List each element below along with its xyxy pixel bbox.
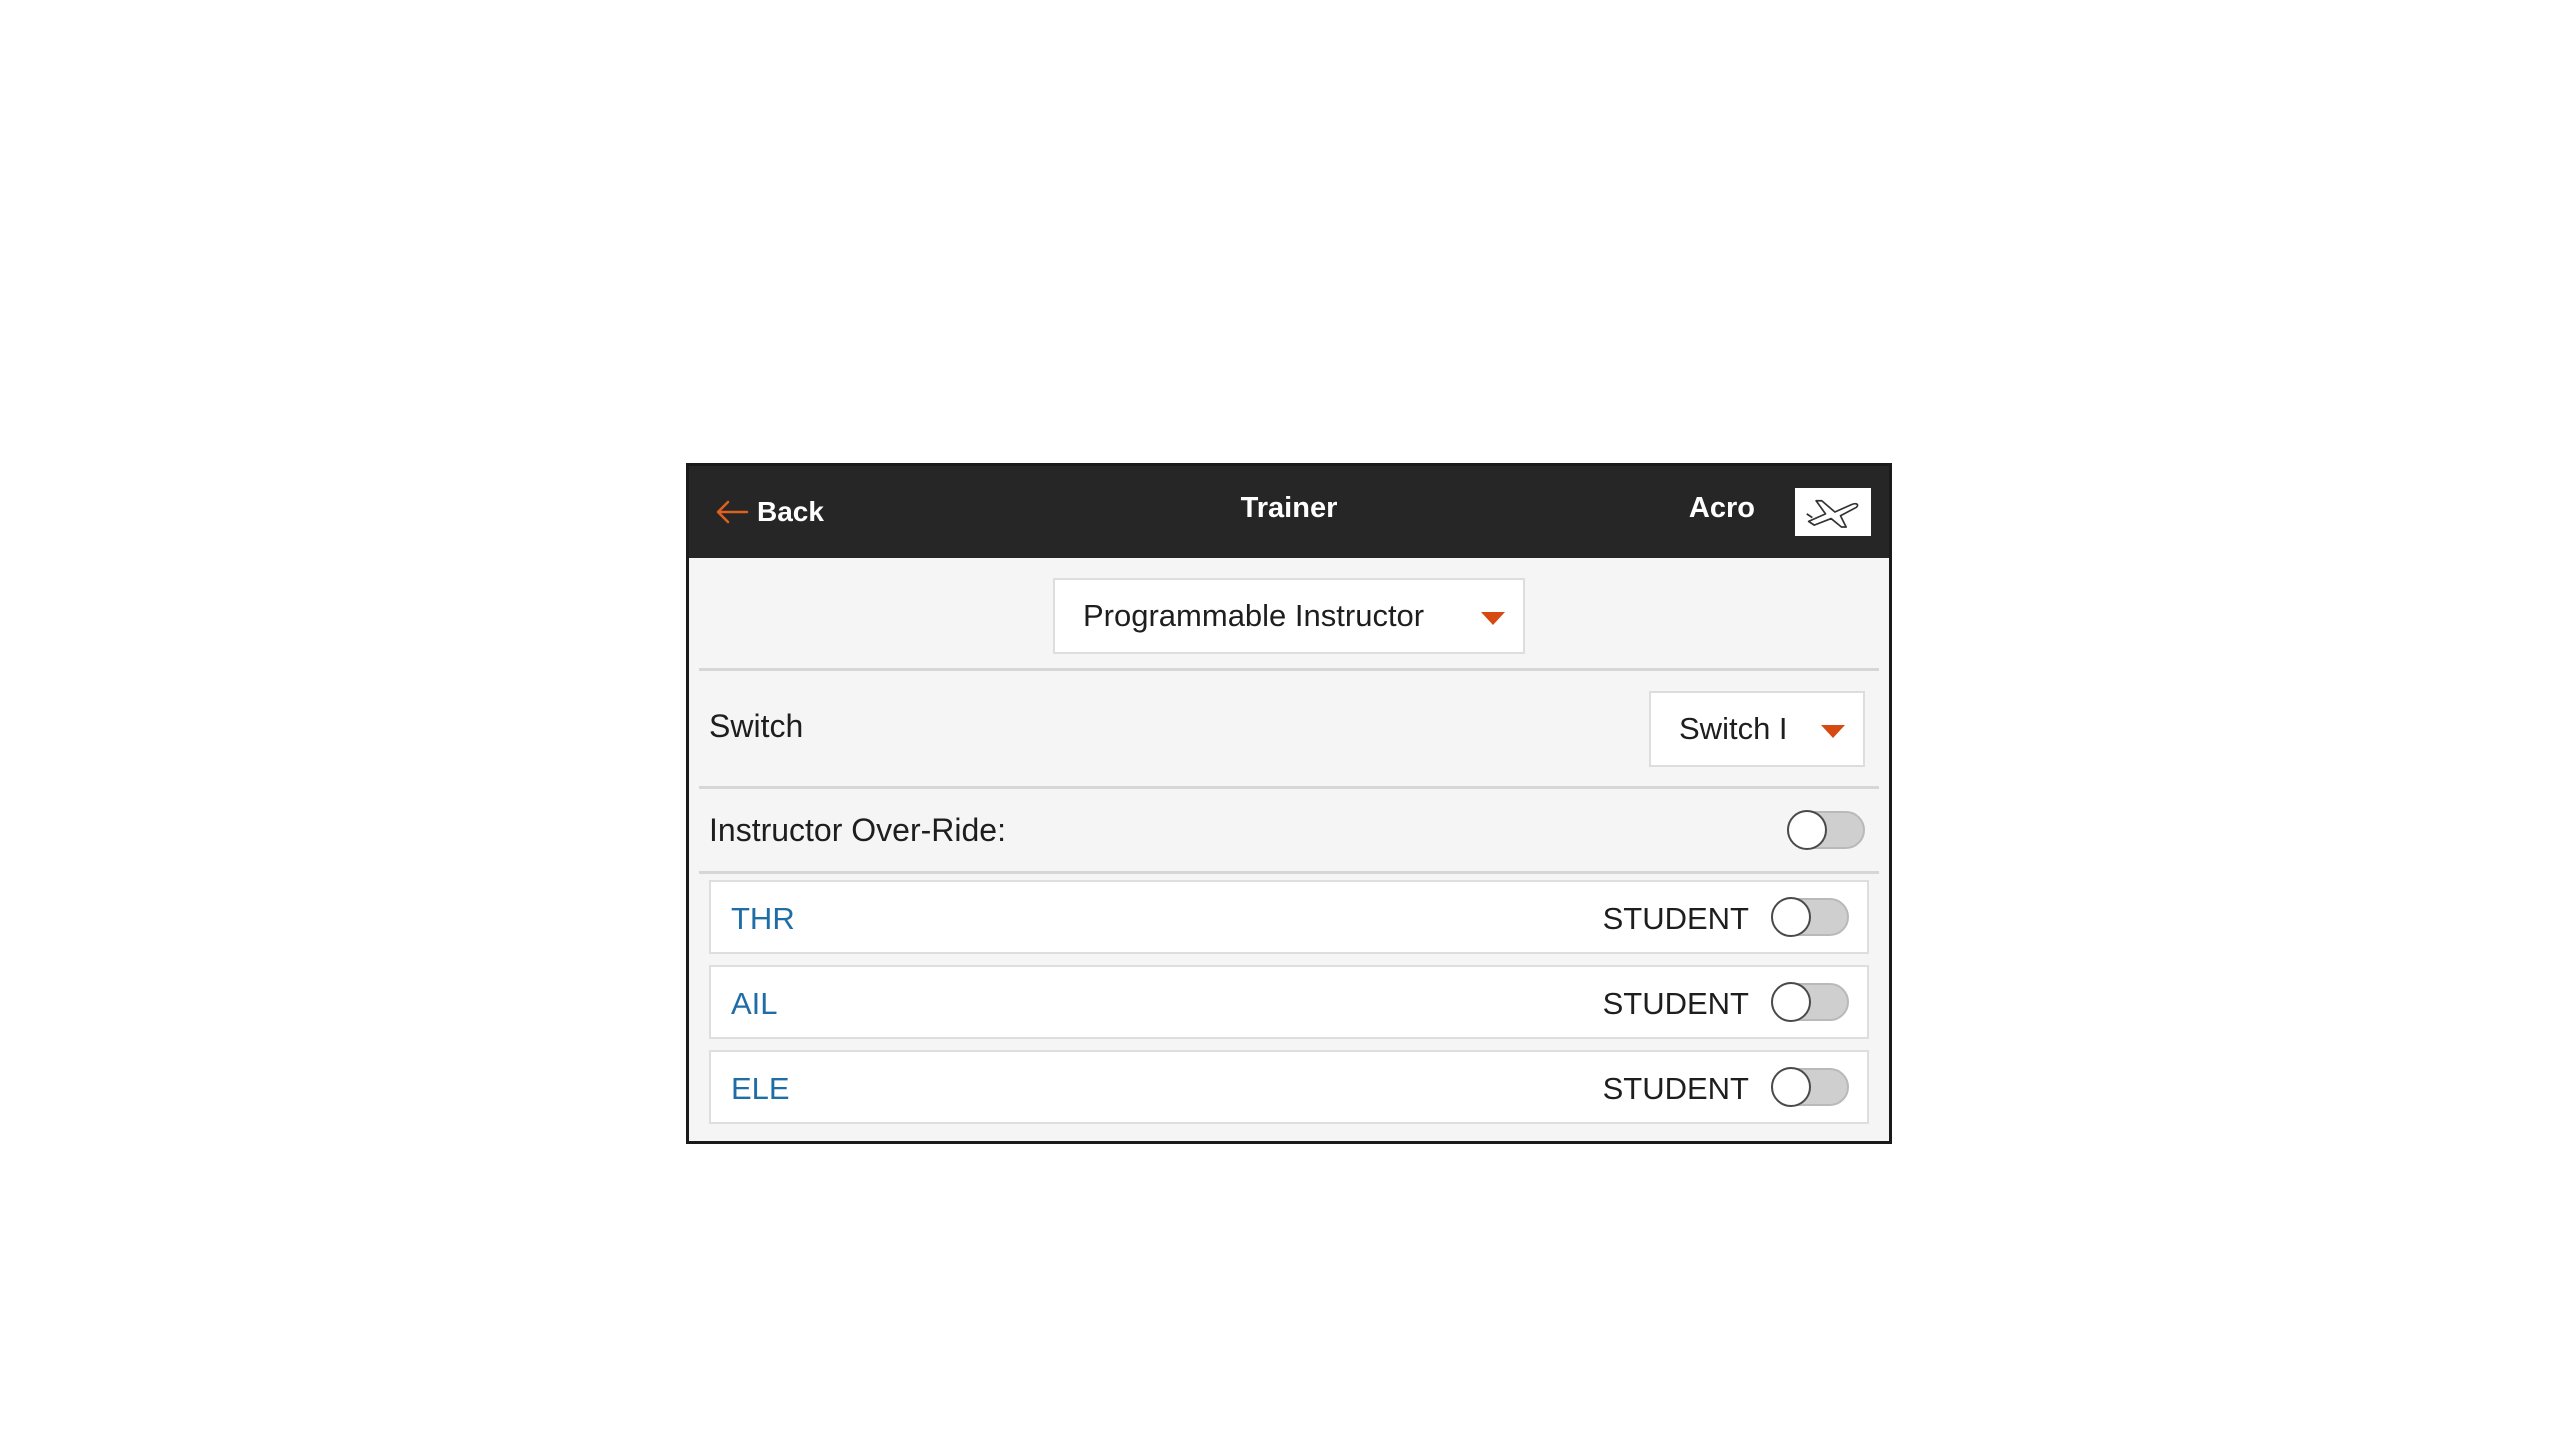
- instructor-override-toggle[interactable]: [1787, 810, 1865, 850]
- channel-state: STUDENT: [1602, 1071, 1749, 1106]
- channel-row-ail: AIL STUDENT: [709, 965, 1869, 1039]
- toggle-knob: [1787, 810, 1827, 850]
- switch-value: Switch I: [1679, 711, 1788, 746]
- toggle-knob: [1771, 982, 1811, 1022]
- switch-label: Switch: [709, 708, 804, 744]
- dropdown-caret-icon: [1481, 612, 1505, 625]
- channel-toggle-ail[interactable]: [1771, 982, 1849, 1022]
- channel-row-ele: ELE STUDENT: [709, 1050, 1869, 1124]
- switch-dropdown[interactable]: Switch I: [1649, 691, 1865, 767]
- dropdown-caret-icon: [1821, 725, 1845, 738]
- trainer-screen: Back Trainer Acro Programmable Instructo…: [686, 463, 1892, 1144]
- channel-name: AIL: [731, 986, 778, 1021]
- channel-state: STUDENT: [1602, 901, 1749, 936]
- channel-state: STUDENT: [1602, 986, 1749, 1021]
- trainer-mode-row: Programmable Instructor: [699, 558, 1879, 671]
- instructor-override-label: Instructor Over-Ride:: [709, 812, 1006, 848]
- channel-toggle-ele[interactable]: [1771, 1067, 1849, 1107]
- channel-toggle-thr[interactable]: [1771, 897, 1849, 937]
- channel-name: ELE: [731, 1071, 790, 1106]
- toggle-knob: [1771, 897, 1811, 937]
- trainer-mode-value: Programmable Instructor: [1083, 598, 1425, 633]
- trainer-mode-dropdown[interactable]: Programmable Instructor: [1053, 578, 1525, 654]
- switch-row: Switch Switch I: [699, 671, 1879, 789]
- instructor-override-row: Instructor Over-Ride:: [699, 789, 1879, 874]
- model-name[interactable]: Acro: [1689, 492, 1755, 525]
- top-bar: Back Trainer Acro: [689, 466, 1889, 558]
- channel-row-thr: THR STUDENT: [709, 880, 1869, 954]
- channel-name: THR: [731, 901, 795, 936]
- airplane-icon[interactable]: [1795, 488, 1871, 536]
- toggle-knob: [1771, 1067, 1811, 1107]
